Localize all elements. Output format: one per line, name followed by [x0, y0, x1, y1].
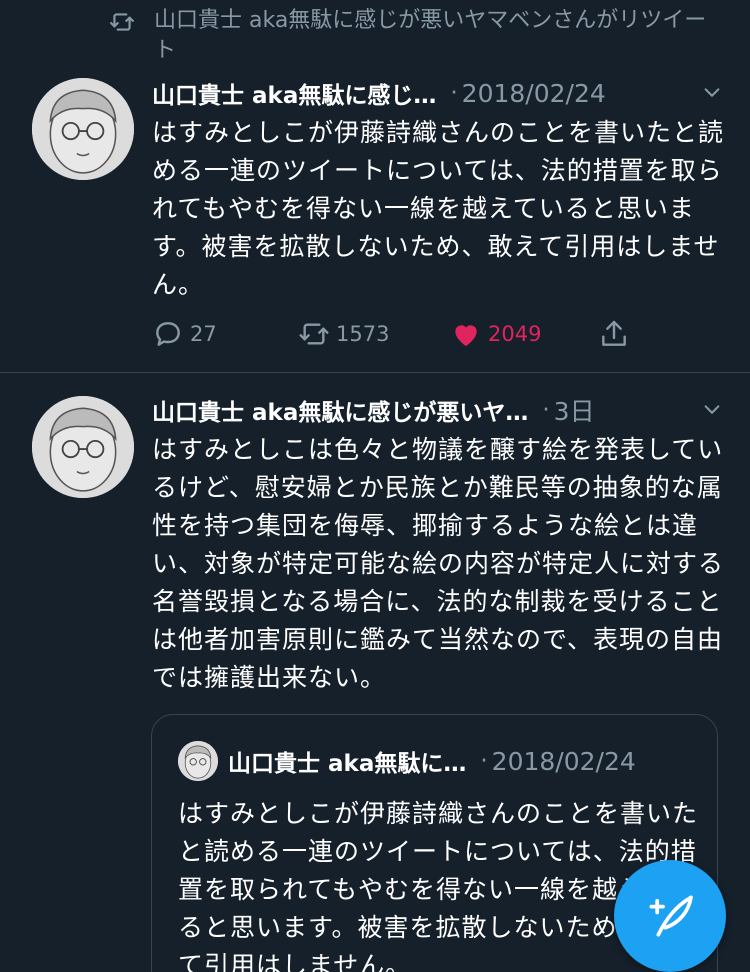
quoted-author-name: 山口貴士 aka無駄に…: [228, 751, 467, 777]
retweet-button[interactable]: 1573: [298, 314, 389, 354]
avatar-face-image: [178, 741, 218, 781]
retweet-icon: [299, 323, 329, 345]
tweet-header: 山口貴士 aka無駄に感じ… · 2018/02/24: [152, 76, 724, 110]
share-button[interactable]: [598, 314, 636, 354]
chevron-down-icon[interactable]: [700, 399, 724, 421]
compose-tweet-button[interactable]: [614, 860, 726, 972]
quoted-tweet-date: 2018/02/24: [491, 746, 636, 776]
tweet-date[interactable]: 3日: [554, 392, 595, 428]
quoted-tweet-header: 山口貴士 aka無駄に… · 2018/02/24: [228, 743, 698, 779]
heart-filled-icon: [455, 325, 477, 346]
tweet-date[interactable]: 2018/02/24: [462, 79, 606, 108]
tweet-text: はすみとしこは色々と物議を醸す絵を発表しているけど、慰安婦とか民族とか難民等の抽…: [152, 435, 725, 692]
avatar-face-image: [32, 78, 134, 180]
tweet-actions: 27 1573 2049: [152, 314, 642, 354]
reply-icon: [156, 322, 180, 346]
tweet-1[interactable]: 山口貴士 aka無駄に感じ… · 2018/02/24 はすみとしこが伊藤詩織さ…: [0, 0, 750, 372]
quoted-avatar: [178, 741, 218, 781]
avatar[interactable]: [32, 396, 134, 498]
separator-dot: ·: [542, 397, 550, 423]
like-count: 2049: [488, 322, 542, 346]
author-name[interactable]: 山口貴士 aka無駄に感じ…: [152, 76, 436, 110]
tweet-text: はすみとしこが伊藤詩織さんのことを書いたと読める一連のツイートについては、法的措…: [152, 118, 725, 299]
retweet-count: 1573: [336, 322, 390, 346]
avatar[interactable]: [32, 78, 134, 180]
quoted-tweet-text: はすみとしこが伊藤詩織さんのことを書いたと読める一連のツイートについては、法的措…: [178, 799, 699, 972]
reply-button[interactable]: 27: [152, 314, 217, 354]
avatar-face-image: [32, 396, 134, 498]
compose-tweet-icon: [649, 895, 693, 937]
author-name[interactable]: 山口貴士 aka無駄に感じが悪いヤ…: [152, 393, 528, 427]
share-icon: [602, 320, 626, 346]
chevron-down-icon[interactable]: [700, 82, 724, 104]
like-button[interactable]: 2049: [450, 314, 541, 354]
reply-count: 27: [190, 322, 217, 346]
separator-dot: ·: [480, 748, 488, 774]
tweet-header: 山口貴士 aka無駄に感じが悪いヤ… · 3日: [152, 393, 724, 427]
separator-dot: ·: [450, 80, 458, 106]
